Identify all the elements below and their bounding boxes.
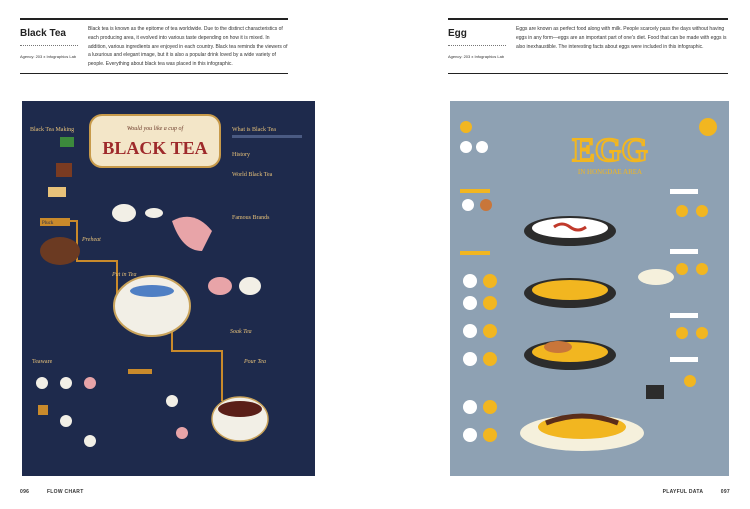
label-teaware: Teaware	[32, 359, 53, 365]
dish-icon	[483, 400, 497, 414]
page-title: Egg	[448, 28, 467, 39]
left-page: Black Tea Agency: 203 x Infographics Lab…	[0, 0, 375, 509]
text-lines	[232, 135, 302, 138]
tool-icon	[684, 375, 696, 387]
label-world: World Black Tea	[232, 172, 273, 178]
dish-icon	[483, 324, 497, 338]
dish-icon	[463, 274, 477, 288]
egg-poster: EGG IN HONGDAE AREA	[450, 101, 729, 476]
egg-headline: EGG	[572, 132, 648, 169]
teaware-icon	[176, 427, 188, 439]
teacup-small	[145, 208, 163, 218]
cake-icon	[56, 163, 72, 177]
teaware-icon	[166, 395, 178, 407]
agency-credit: Agency: 203 x Infographics Lab	[448, 54, 505, 59]
teaware-icon	[36, 377, 48, 389]
dish-icon	[483, 274, 497, 288]
section-tag	[460, 189, 490, 193]
black-tea-header: Black Tea Agency: 203 x Infographics Lab…	[20, 18, 288, 74]
egg-subheading: IN HONGDAE AREA	[578, 168, 642, 176]
section-name: PLAYFUL DATA	[662, 489, 704, 495]
hen-icon	[480, 199, 492, 211]
right-page: Egg Agency: 203 x Infographics Lab Eggs …	[375, 0, 750, 509]
tool-icon	[676, 263, 688, 275]
plaque-tagline: Would you like a cup of	[127, 125, 185, 132]
black-tea-poster: Would you like a cup of BLACK TEA Black …	[22, 101, 315, 476]
teaware-icon	[38, 405, 48, 415]
tea-surface	[218, 401, 262, 417]
label-making: Black Tea Making	[30, 127, 74, 133]
info-tag	[670, 313, 698, 318]
agency-credit: Agency: 203 x Infographics Lab	[20, 54, 77, 59]
info-tag	[670, 357, 698, 362]
tea-leaves-pile	[40, 237, 80, 265]
pink-cosy	[208, 277, 232, 295]
footer-left: 096 FLOW CHART	[20, 489, 84, 495]
description: Black tea is known as the epitome of tea…	[88, 26, 288, 68]
label-history: History	[232, 152, 250, 158]
egg-header: Egg Agency: 203 x Infographics Lab Eggs …	[448, 18, 728, 74]
dish-icon	[463, 400, 477, 414]
black-tea-illustration: Would you like a cup of BLACK TEA Black …	[30, 114, 302, 447]
dish-icon	[483, 428, 497, 442]
description: Eggs are known as perfect food along wit…	[516, 26, 727, 50]
pink-teapot	[172, 216, 212, 251]
teaware-icon	[60, 377, 72, 389]
section-name: FLOW CHART	[46, 489, 84, 495]
dish-icon	[483, 296, 497, 310]
small-teapot	[112, 204, 136, 222]
page-title: Black Tea	[20, 28, 66, 39]
tool-icon	[696, 205, 708, 217]
teaware-icon	[84, 435, 96, 447]
dish-icon	[463, 324, 477, 338]
tool-icon	[676, 205, 688, 217]
egg-illustration: EGG IN HONGDAE AREA	[460, 118, 717, 451]
label-preheat: Preheat	[81, 237, 101, 243]
tool-icon	[676, 327, 688, 339]
info-tag	[670, 249, 698, 254]
label-pour: Pour Tea	[243, 359, 266, 365]
dish-icon	[463, 352, 477, 366]
label-brands: Famous Brands	[232, 215, 270, 221]
dotted-divider	[20, 45, 78, 46]
sauce-pot	[646, 385, 664, 399]
plaque-headline: BLACK TEA	[102, 138, 207, 158]
info-tag	[670, 189, 698, 194]
ladle	[638, 269, 674, 285]
tool-icon	[696, 263, 708, 275]
teaware-icon	[60, 415, 72, 427]
sugar-bowl	[239, 277, 261, 295]
egg-icon	[460, 121, 472, 133]
egg-icon	[460, 141, 472, 153]
teapot-water	[130, 285, 174, 297]
label-pluck: Pluck	[42, 221, 54, 226]
steep-tag	[128, 369, 152, 374]
section-tag	[460, 251, 490, 255]
dish-icon	[463, 428, 477, 442]
badge-icon	[699, 118, 717, 136]
hen-icon	[462, 199, 474, 211]
dotted-divider	[448, 45, 506, 46]
tool-icon	[696, 327, 708, 339]
page-number: 097	[720, 489, 730, 495]
egg-icon	[476, 141, 488, 153]
rice-mound	[544, 341, 572, 353]
label-soak: Soak Tea	[230, 329, 252, 335]
label-put-in-tea: Put in Tea	[111, 272, 136, 278]
box-icon	[48, 187, 66, 197]
dish-icon	[463, 296, 477, 310]
label-what-is: What is Black Tea	[232, 127, 276, 133]
page-number: 096	[20, 489, 30, 495]
footer-right: PLAYFUL DATA 097	[663, 489, 730, 495]
frog-icon	[60, 137, 74, 147]
beaten-egg	[532, 280, 608, 300]
dish-icon	[483, 352, 497, 366]
teaware-icon	[84, 377, 96, 389]
